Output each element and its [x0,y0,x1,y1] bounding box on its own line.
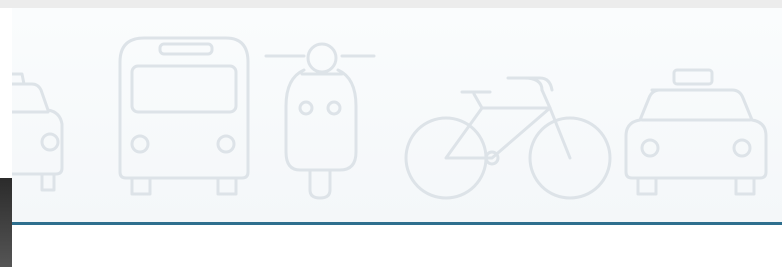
bus-icon [118,36,250,196]
transport-banner [12,8,782,222]
content-area [12,225,782,267]
scooter-icon [264,42,376,200]
window-top-edge [0,0,782,8]
taxi-icon [12,72,64,192]
taxi-icon [624,68,768,196]
bicycle-icon [404,76,612,200]
window-dark-edge [0,178,12,267]
